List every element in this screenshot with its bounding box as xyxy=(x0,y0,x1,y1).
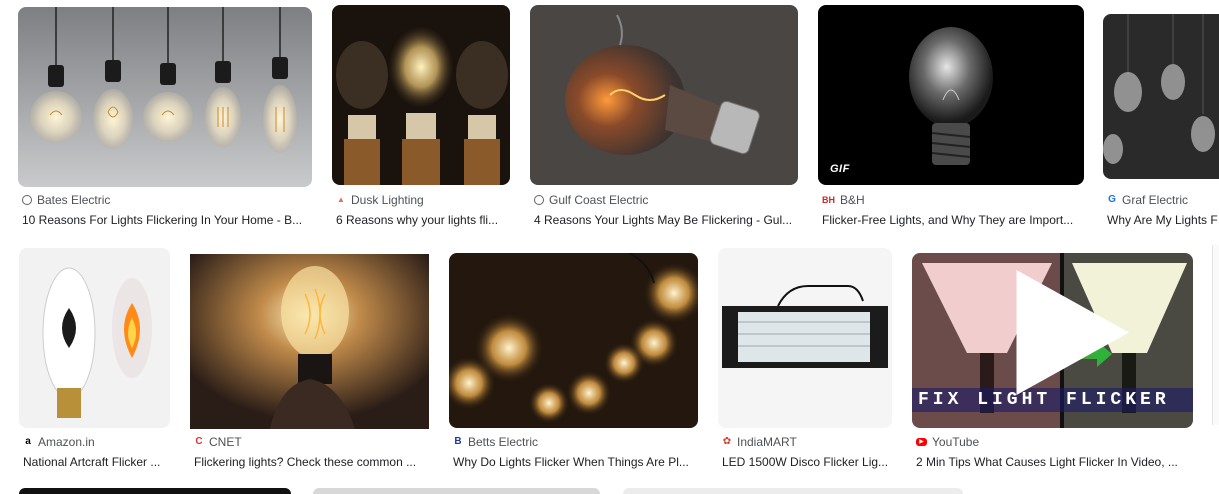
betts-logo-icon: B xyxy=(454,436,462,447)
source-name: Betts Electric xyxy=(468,435,539,449)
image-result[interactable]: B Betts Electric Why Do Lights Flicker W… xyxy=(449,248,701,478)
lamp-icon: ▲ xyxy=(337,195,345,204)
source-name: Dusk Lighting xyxy=(351,193,424,207)
result-thumbnail[interactable] xyxy=(718,248,892,428)
source-name: Graf Electric xyxy=(1122,193,1189,207)
source-name: YouTube xyxy=(932,435,980,449)
result-thumbnail[interactable] xyxy=(1103,14,1219,179)
globe-icon xyxy=(534,195,544,205)
image-result[interactable]: a Amazon.in National Artcraft Flicker ..… xyxy=(19,248,173,478)
edison-bulbs-image xyxy=(18,7,312,187)
source-name: Bates Electric xyxy=(37,193,111,207)
next-row-thumbnail[interactable] xyxy=(19,488,291,494)
amazon-logo-icon: a xyxy=(25,436,31,447)
globe-icon xyxy=(22,195,32,205)
glowing-bulbs-image xyxy=(332,5,510,185)
image-result[interactable]: C CNET Flickering lights? Check these co… xyxy=(190,248,431,478)
next-row-thumbnail[interactable] xyxy=(623,488,963,494)
result-source[interactable]: ▲ Dusk Lighting xyxy=(336,193,424,207)
indiamart-logo-icon: ✿ xyxy=(722,436,732,447)
result-thumbnail[interactable] xyxy=(449,253,698,428)
result-title[interactable]: LED 1500W Disco Flicker Lig... xyxy=(722,455,892,469)
result-title[interactable]: National Artcraft Flicker ... xyxy=(23,455,173,469)
disco-strobe-image xyxy=(718,248,892,428)
burnt-bulb-image xyxy=(530,5,798,185)
next-row-thumbnail[interactable] xyxy=(313,488,600,494)
gif-badge: GIF xyxy=(830,163,850,175)
image-result[interactable]: ✿ IndiaMART LED 1500W Disco Flicker Lig.… xyxy=(718,248,894,478)
result-source[interactable]: B Betts Electric xyxy=(453,435,538,449)
play-icon xyxy=(1016,270,1129,395)
result-title[interactable]: Flickering lights? Check these common ..… xyxy=(194,455,428,469)
result-source[interactable]: BH B&H xyxy=(822,193,865,207)
result-source[interactable]: Gulf Coast Electric xyxy=(534,193,648,207)
result-source[interactable]: C CNET xyxy=(194,435,242,449)
bh-logo-icon: BH xyxy=(822,195,835,205)
cnet-logo-icon: C xyxy=(195,436,203,447)
result-thumbnail[interactable] xyxy=(190,254,429,429)
source-name: IndiaMART xyxy=(737,435,797,449)
string-lights-image xyxy=(449,253,698,428)
next-result-peek[interactable] xyxy=(1212,245,1219,425)
result-thumbnail[interactable]: GIF xyxy=(818,5,1084,185)
image-result[interactable]: Bates Electric 10 Reasons For Lights Fli… xyxy=(18,5,314,235)
result-title[interactable]: 6 Reasons why your lights fli... xyxy=(336,213,510,227)
flame-bulb-image xyxy=(19,248,170,428)
image-result[interactable]: ▲ Dusk Lighting 6 Reasons why your light… xyxy=(332,5,512,235)
source-name: CNET xyxy=(209,435,242,449)
source-name: B&H xyxy=(840,193,865,207)
image-result[interactable]: FIX LIGHT FLICKER ▶ YouTube 2 Min Tips W… xyxy=(912,248,1195,478)
graf-logo-icon: G xyxy=(1108,194,1116,205)
result-thumbnail[interactable] xyxy=(19,248,170,428)
result-source[interactable]: G Graf Electric xyxy=(1107,193,1188,207)
source-name: Amazon.in xyxy=(38,435,95,449)
result-title[interactable]: Flicker-Free Lights, and Why They are Im… xyxy=(822,213,1084,227)
image-result[interactable]: Gulf Coast Electric 4 Reasons Your Light… xyxy=(530,5,800,235)
result-thumbnail[interactable] xyxy=(332,5,510,185)
result-title[interactable]: 10 Reasons For Lights Flickering In Your… xyxy=(22,213,312,227)
hanging-bulbs-image xyxy=(1103,14,1219,179)
dark-bulb-image xyxy=(818,5,1084,185)
result-source[interactable]: Bates Electric xyxy=(22,193,110,207)
result-thumbnail[interactable] xyxy=(18,7,312,187)
result-title[interactable]: Why Do Lights Flicker When Things Are Pl… xyxy=(453,455,697,469)
image-result[interactable]: G Graf Electric Why Are My Lights F xyxy=(1103,5,1219,235)
result-title[interactable]: 2 Min Tips What Causes Light Flicker In … xyxy=(916,455,1191,469)
image-result[interactable]: GIF BH B&H Flicker-Free Lights, and Why … xyxy=(818,5,1086,235)
result-source[interactable]: ✿ IndiaMART xyxy=(722,435,797,449)
hand-held-bulb-image xyxy=(190,254,429,429)
result-source[interactable]: ▶ YouTube xyxy=(916,435,979,449)
youtube-logo-icon: ▶ xyxy=(916,438,927,446)
result-title[interactable]: 4 Reasons Your Lights May Be Flickering … xyxy=(534,213,798,227)
source-name: Gulf Coast Electric xyxy=(549,193,649,207)
result-title[interactable]: Why Are My Lights F xyxy=(1107,213,1219,227)
result-source[interactable]: a Amazon.in xyxy=(23,435,95,449)
result-thumbnail[interactable]: FIX LIGHT FLICKER xyxy=(912,253,1193,428)
result-thumbnail[interactable] xyxy=(530,5,798,185)
